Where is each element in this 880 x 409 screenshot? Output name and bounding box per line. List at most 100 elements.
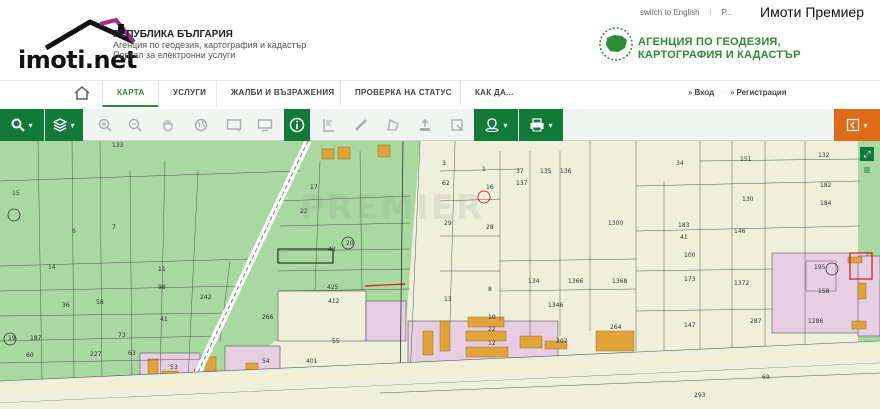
portal-title: РЕПУБЛИКА БЪЛГАРИЯ Агенция по геодезия, … — [113, 29, 306, 61]
side-panel-icon — [847, 118, 860, 132]
parcel-number: 287 — [750, 318, 762, 325]
fullscreen-button[interactable] — [221, 109, 247, 141]
location-tool-button[interactable]: ▾ — [474, 109, 518, 141]
parcel-number: 41 — [680, 234, 688, 241]
layers-tool-button[interactable]: ▾ — [45, 109, 83, 141]
parcel-number: 184 — [820, 200, 832, 207]
zoom-out-button[interactable] — [122, 109, 148, 141]
menu-icon: ≡ — [863, 163, 871, 177]
info-button[interactable] — [284, 109, 310, 141]
upload-icon — [420, 118, 430, 131]
parcel-number: 158 — [818, 288, 830, 295]
map-expand-button[interactable]: ⤢ — [860, 147, 874, 161]
other-link[interactable]: Р... — [722, 8, 733, 17]
info-icon — [289, 117, 305, 133]
parcel-number: 62 — [442, 180, 450, 187]
parcel-number: 19 — [8, 335, 16, 342]
side-panel-button[interactable]: ▾ — [834, 109, 880, 141]
parcel-number: 132 — [818, 152, 830, 159]
tab-complaints[interactable]: ЖАЛБИ И ВЪЗРАЖЕНИЯ — [216, 81, 340, 107]
parcel-number: 37 — [0, 141, 8, 143]
parcel-number: 1300 — [608, 220, 623, 227]
parcel-number: 227 — [90, 351, 102, 358]
measure-button[interactable] — [316, 109, 342, 141]
agency-logo[interactable]: АГЕНЦИЯ ПО ГЕОДЕЗИЯ, КАРТОГРАФИЯ И КАДАС… — [598, 26, 828, 70]
register-link[interactable]: » Регистрация — [730, 81, 787, 107]
parcel-number: 135 — [540, 168, 552, 175]
upload-button[interactable] — [412, 109, 438, 141]
map-canvas[interactable]: 133156714242119858364173227 636019 1872220… — [0, 141, 880, 409]
parcel-light — [277, 290, 367, 342]
layers-icon — [53, 118, 68, 132]
parcel-number: 34 — [676, 160, 684, 167]
tab-map[interactable]: КАРТА — [102, 81, 158, 107]
pan-button[interactable] — [155, 109, 181, 141]
parcel-number: 8 — [488, 286, 492, 293]
parcel-number: 146 — [734, 228, 746, 235]
parcel-number: 1366 — [568, 278, 583, 285]
fullscreen-icon — [226, 119, 242, 132]
globe-icon — [194, 118, 208, 132]
republic-title: РЕПУБЛИКА БЪЛГАРИЯ — [113, 29, 233, 40]
parcel-number: 266 — [262, 314, 274, 321]
login-link[interactable]: » Вход — [688, 81, 714, 107]
map-toolbar: ▾ ▾ ▾ ▾ ▾ — [0, 109, 880, 141]
parcel-number: 136 — [560, 168, 572, 175]
parcel-number: 42 — [328, 246, 336, 253]
parcel-number: 7 — [112, 224, 116, 231]
parcel-number: 63 — [128, 350, 136, 357]
login-label: Вход — [694, 88, 715, 97]
header: imoti.net РЕПУБЛИКА БЪЛГАРИЯ Агенция по … — [0, 0, 880, 80]
parcel-number: 401 — [306, 358, 318, 365]
home-icon[interactable] — [74, 86, 90, 100]
ruler-icon — [355, 119, 367, 131]
parcel-number: 55 — [332, 338, 340, 345]
parcel-pink — [365, 300, 407, 342]
parcel-number: 53 — [170, 364, 178, 371]
parcel-number: 1346 — [548, 302, 563, 309]
screen-button[interactable] — [252, 109, 278, 141]
tab-services[interactable]: УСЛУГИ — [158, 81, 216, 107]
search-tool-button[interactable]: ▾ — [0, 109, 44, 141]
chevron-down-icon: ▾ — [863, 120, 868, 130]
area-icon — [387, 119, 399, 131]
parcel-number: 54 — [262, 358, 270, 365]
parcel-number: 36 — [62, 302, 70, 309]
parcel-number: 207 — [556, 338, 568, 345]
parcel-number: 20 — [346, 240, 354, 247]
agency-name: АГЕНЦИЯ ПО ГЕОДЕЗИЯ, КАРТОГРАФИЯ И КАДАС… — [638, 36, 801, 62]
parcel-number: 11 — [158, 266, 166, 273]
parcel-number: 1 — [482, 166, 486, 173]
parcel-number: 137 — [516, 180, 528, 187]
cadastral-map[interactable]: 133 15 6 7 14 242 11 98 58 36 41 73 227 63 60 19 187 22 20… — [0, 141, 880, 409]
parcel-number: 13 — [444, 296, 452, 303]
zoom-in-button[interactable] — [92, 109, 118, 141]
language-links: switch to English | Р... — [640, 8, 732, 17]
parcel-number: 183 — [678, 222, 690, 229]
area-button[interactable] — [380, 109, 406, 141]
parcel-number: 133 — [112, 142, 124, 149]
chevron-right-icon: » — [688, 88, 693, 97]
parcel-number: 10 — [488, 314, 496, 321]
ruler-button[interactable] — [348, 109, 374, 141]
parcel-number: 41 — [160, 316, 168, 323]
map-menu-button[interactable]: ≡ — [860, 163, 874, 177]
parcel-number: 15 — [12, 190, 20, 197]
globe-button[interactable] — [188, 109, 214, 141]
parcel-number: 6 — [72, 228, 76, 235]
switch-english-link[interactable]: switch to English — [640, 8, 700, 17]
tab-status-check[interactable]: ПРОВЕРКА НА СТАТУС — [340, 81, 460, 107]
parcel-number: 182 — [820, 182, 832, 189]
parcel-number: 1372 — [734, 280, 749, 287]
parcel-number: 425 — [327, 284, 339, 291]
print-tool-button[interactable]: ▾ — [519, 109, 563, 141]
select-icon — [451, 119, 463, 131]
select-button[interactable] — [444, 109, 470, 141]
chevron-down-icon: ▾ — [28, 120, 33, 130]
parcel-number: 1286 — [808, 318, 823, 325]
parcel-number: 98 — [158, 284, 166, 291]
tab-how-to[interactable]: КАК ДА... — [460, 81, 524, 107]
parcel-number: 264 — [610, 324, 622, 331]
parcel-number: 412 — [328, 298, 340, 305]
chevron-down-icon: ▾ — [70, 120, 75, 130]
